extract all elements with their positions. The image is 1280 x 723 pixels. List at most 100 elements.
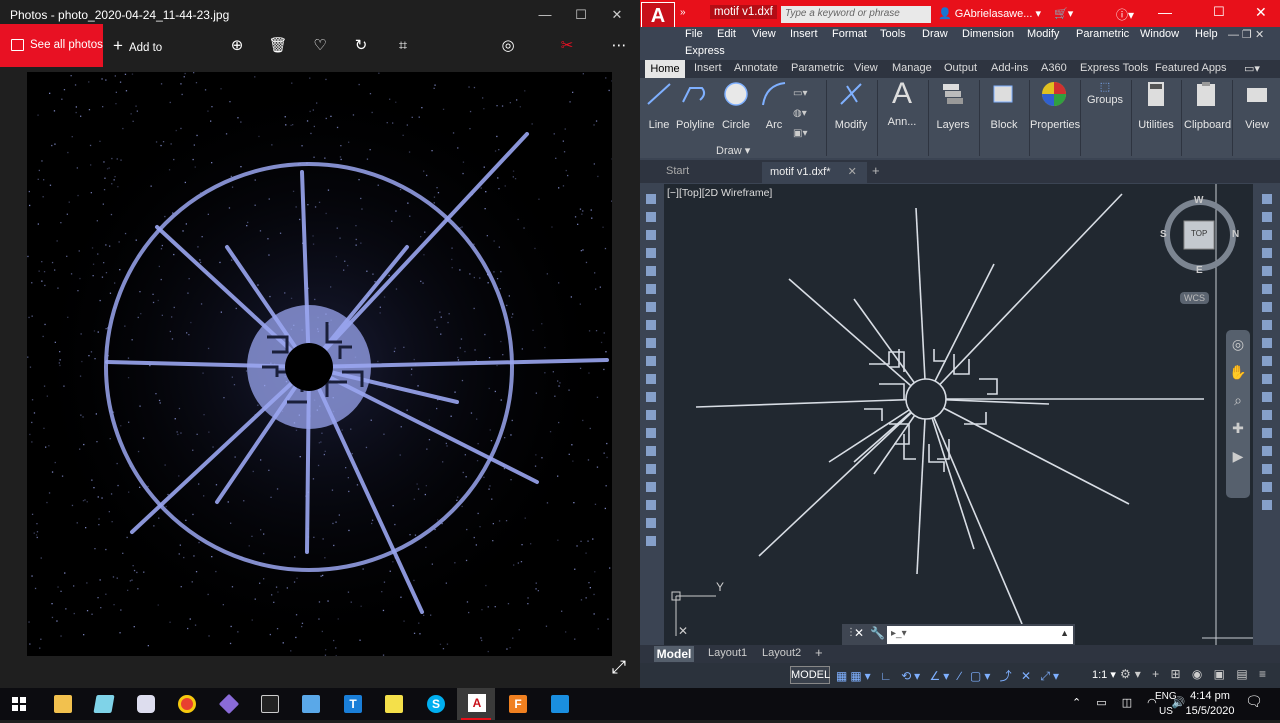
notifications-icon[interactable]: 🗨 bbox=[1245, 693, 1263, 710]
wcs-menu[interactable]: WCS bbox=[1180, 292, 1209, 304]
input-language[interactable]: ENG bbox=[1155, 691, 1177, 702]
new-tab-icon[interactable]: + bbox=[872, 163, 880, 178]
right-tool-palette[interactable] bbox=[1257, 188, 1277, 528]
help-icon[interactable]: ⓘ▾ bbox=[1116, 6, 1134, 23]
mdi-window-controls[interactable]: — ❐ ✕ bbox=[1228, 28, 1264, 41]
annotation-button[interactable]: A Ann... bbox=[884, 80, 920, 128]
layers-button[interactable]: Layers bbox=[935, 80, 971, 131]
chrome-button[interactable] bbox=[167, 688, 205, 720]
clock-time[interactable]: 4:14 pm bbox=[1185, 690, 1235, 702]
menu-view[interactable]: View bbox=[752, 28, 776, 40]
utilities-button[interactable]: Utilities bbox=[1136, 80, 1176, 131]
layout-tab-layout2[interactable]: Layout2 bbox=[762, 647, 801, 659]
acad-maximize-icon[interactable]: ☐ bbox=[1213, 4, 1225, 20]
ribbon-tab-addins[interactable]: Add-ins bbox=[991, 62, 1028, 74]
polyline-button[interactable]: Polyline bbox=[676, 80, 712, 131]
delete-icon[interactable]: 🗑 bbox=[266, 34, 290, 58]
menu-format[interactable]: Format bbox=[832, 28, 867, 40]
acad-close-icon[interactable]: ✕ bbox=[1255, 4, 1267, 21]
ribbon-tab-express-tools[interactable]: Express Tools bbox=[1080, 62, 1148, 74]
fullscreen-icon[interactable]: ⤢ bbox=[606, 654, 632, 680]
command-input[interactable]: ▸_▾ ▲ bbox=[887, 626, 1073, 644]
layout-tab-model[interactable]: Model bbox=[654, 646, 694, 662]
start-button[interactable] bbox=[0, 688, 38, 720]
navigation-bar[interactable]: ◎✋⌕✚▶ bbox=[1226, 330, 1250, 498]
ribbon-options-icon[interactable]: ▭▾ bbox=[1244, 62, 1260, 75]
taskbar-app-12[interactable]: F bbox=[498, 688, 536, 720]
status-tray-icons[interactable]: ⚙▾ + ⊞ ◉ ▣ ▤ ≡ bbox=[1120, 667, 1270, 681]
add-to-button[interactable]: +Add to bbox=[113, 24, 162, 67]
more-options-icon[interactable]: ⋯ bbox=[607, 34, 631, 58]
viewcube[interactable]: TOP W N S E bbox=[1160, 195, 1240, 275]
new-layout-icon[interactable]: + bbox=[815, 645, 823, 660]
groups-button[interactable]: ⬚ Groups bbox=[1085, 80, 1125, 106]
quick-access-expand-icon[interactable]: » bbox=[680, 7, 686, 18]
tab-start[interactable]: Start bbox=[658, 162, 758, 182]
ribbon-tab-output[interactable]: Output bbox=[944, 62, 977, 74]
ribbon-tab-insert[interactable]: Insert bbox=[694, 62, 722, 74]
cart-icon[interactable]: 🛒▾ bbox=[1054, 7, 1073, 20]
layout-tab-layout1[interactable]: Layout1 bbox=[708, 647, 747, 659]
acad-minimize-icon[interactable]: — bbox=[1158, 4, 1172, 20]
block-button[interactable]: Block bbox=[986, 80, 1022, 131]
autocad-taskbar-button[interactable]: A bbox=[457, 688, 495, 720]
menu-file[interactable]: File bbox=[685, 28, 703, 40]
sticky-notes-button[interactable] bbox=[374, 688, 412, 720]
menu-modify[interactable]: Modify bbox=[1027, 28, 1059, 40]
menu-dimension[interactable]: Dimension bbox=[962, 28, 1014, 40]
close-icon[interactable]: ✕ bbox=[594, 0, 640, 30]
menu-express[interactable]: Express bbox=[685, 45, 725, 57]
taskbar-app-5[interactable] bbox=[209, 688, 247, 720]
ribbon-tab-manage[interactable]: Manage bbox=[892, 62, 932, 74]
taskbar-app-7[interactable] bbox=[291, 688, 329, 720]
file-explorer-button[interactable] bbox=[43, 688, 81, 720]
cmd-close-icon[interactable]: ✕ bbox=[854, 626, 864, 640]
ribbon-tab-view[interactable]: View bbox=[854, 62, 878, 74]
cmd-history-icon[interactable]: ▲ bbox=[1060, 628, 1069, 638]
rotate-icon[interactable]: ↻ bbox=[349, 34, 373, 58]
menu-window[interactable]: Window bbox=[1140, 28, 1179, 40]
viewport-controls-label[interactable]: [−][Top][2D Wireframe] bbox=[667, 187, 772, 199]
status-toggle-icons[interactable]: ▦▦▾ ∟ ⟲▾ ∠▾ ∕ ▢▾ ⤴ ✕ ⤢▾ bbox=[836, 667, 1062, 684]
model-space-button[interactable]: MODEL bbox=[790, 666, 830, 684]
properties-button[interactable]: Properties bbox=[1030, 80, 1078, 131]
clipboard-button[interactable]: Clipboard bbox=[1184, 80, 1228, 131]
photos-taskbar-button[interactable] bbox=[540, 688, 578, 720]
ribbon-tab-annotate[interactable]: Annotate bbox=[734, 62, 778, 74]
crop-icon[interactable]: ⌗ bbox=[391, 34, 415, 58]
draw-panel-label[interactable]: Draw ▾ bbox=[716, 144, 750, 157]
ribbon-tab-home[interactable]: Home bbox=[645, 60, 685, 78]
annotation-scale[interactable]: 1:1 ▾ bbox=[1092, 668, 1116, 681]
circle-button[interactable]: Circle bbox=[720, 80, 752, 131]
menu-parametric[interactable]: Parametric bbox=[1076, 28, 1129, 40]
taskbar-app-3[interactable] bbox=[126, 688, 164, 720]
ribbon-tab-a360[interactable]: A360 bbox=[1041, 62, 1067, 74]
ribbon-tab-featured-apps[interactable]: Featured Apps bbox=[1155, 62, 1227, 74]
ribbon-tab-parametric[interactable]: Parametric bbox=[791, 62, 844, 74]
skype-button[interactable]: S bbox=[416, 688, 454, 720]
menu-draw[interactable]: Draw bbox=[922, 28, 948, 40]
line-button[interactable]: Line bbox=[645, 80, 673, 131]
user-account[interactable]: 👤 GAbrielasawe... ▾ bbox=[938, 7, 1041, 20]
favorite-icon[interactable]: ♡ bbox=[308, 34, 332, 58]
menu-tools[interactable]: Tools bbox=[880, 28, 906, 40]
tab-motif-drawing[interactable]: motif v1.dxf* ✕ bbox=[762, 162, 867, 183]
slideshow-icon[interactable]: ◎ bbox=[496, 34, 520, 58]
clock-date[interactable]: 15/5/2020 bbox=[1180, 705, 1240, 717]
menu-help[interactable]: Help bbox=[1195, 28, 1218, 40]
menu-insert[interactable]: Insert bbox=[790, 28, 818, 40]
taskbar-app-2[interactable] bbox=[84, 688, 122, 720]
menu-edit[interactable]: Edit bbox=[717, 28, 736, 40]
view-button[interactable]: View bbox=[1240, 80, 1274, 131]
tab-close-icon[interactable]: ✕ bbox=[848, 166, 857, 178]
modify-button[interactable]: Modify bbox=[832, 80, 870, 131]
arc-button[interactable]: Arc bbox=[760, 80, 788, 131]
zoom-icon[interactable]: ⊕ bbox=[225, 34, 249, 58]
keyword-search-input[interactable]: Type a keyword or phrase bbox=[781, 6, 931, 23]
taskbar-app-6[interactable] bbox=[250, 688, 288, 720]
edit-create-icon[interactable]: ✂ bbox=[555, 34, 579, 58]
cmd-settings-icon[interactable]: 🔧 bbox=[870, 626, 885, 640]
left-tool-palette[interactable] bbox=[642, 188, 660, 563]
draw-more-tools[interactable]: ▭▾◍▾▣▾ bbox=[793, 84, 807, 144]
taskbar-app-8[interactable]: T bbox=[333, 688, 371, 720]
